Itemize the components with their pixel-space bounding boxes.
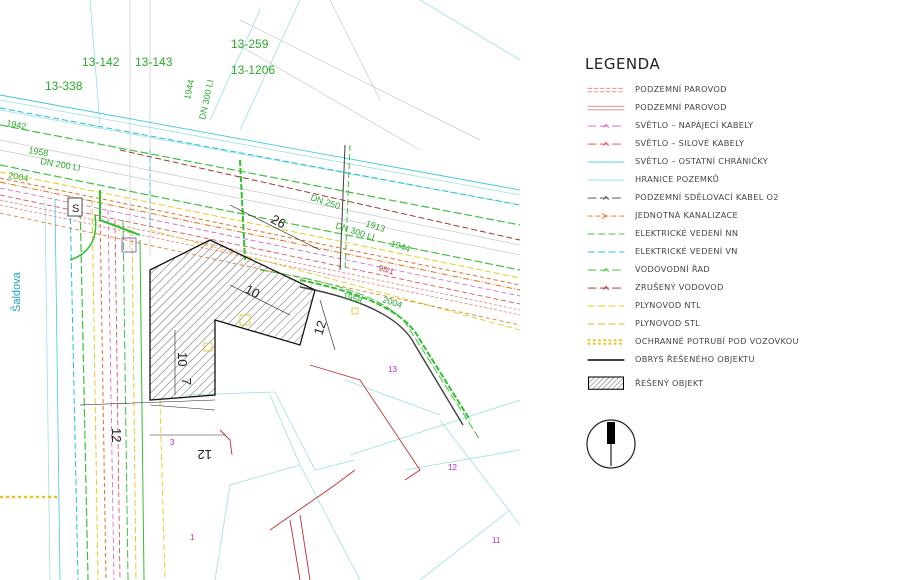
legend-item-label: SVĚTLO – OSTATNÍ CHRÁNIČKY — [635, 156, 769, 166]
north-arrow-icon — [586, 419, 636, 469]
legend-symbol-icon — [587, 213, 625, 219]
vertical-utilities — [44, 199, 166, 580]
parcel-label: 13-259 — [231, 37, 269, 51]
legend-symbol-icon — [587, 233, 625, 235]
map-legend: LEGENDA PODZEMNÍ PAROVOD PODZEMNÍ PAROVO… — [585, 55, 885, 403]
svg-text:12: 12 — [448, 463, 457, 472]
legend-item: SVĚTLO – SILOVÉ KABELY — [585, 135, 885, 153]
legend-item: HRANICE POZEMKŮ — [585, 171, 885, 189]
legend-item-label: HRANICE POZEMKŮ — [635, 174, 720, 184]
legend-symbol-icon — [587, 305, 625, 307]
legend-item-label: ELEKTRICKÉ VEDENÍ VN — [635, 246, 738, 256]
legend-symbol-icon — [587, 141, 625, 146]
legend-item-label: ŘEŠENÝ OBJEKT — [635, 378, 704, 388]
legend-item: SVĚTLO – OSTATNÍ CHRÁNIČKY — [585, 153, 885, 171]
legend-item-label: PODZEMNÍ SDĚLOVACÍ KABEL O2 — [635, 192, 779, 202]
legend-item: PODZEMNÍ SDĚLOVACÍ KABEL O2 — [585, 189, 885, 207]
pipe-label: 2004 — [8, 170, 29, 183]
parcel-labels: 13-142 13-143 13-259 13-1206 13-338 — [45, 37, 275, 93]
svg-text:12: 12 — [198, 447, 212, 462]
legend-symbol-icon — [587, 285, 625, 290]
legend-item-label: VODOVODNÍ ŘAD — [635, 264, 711, 274]
parcel-label: 13-143 — [135, 55, 173, 69]
legend-item: VODOVODNÍ ŘAD — [585, 261, 885, 279]
manhole-label: S — [72, 203, 79, 215]
neighbour-outlines — [219, 364, 421, 580]
street-name: Šaldova — [10, 271, 23, 312]
parcel-label: 13-1206 — [231, 63, 275, 77]
pipe-label: 1958 — [341, 290, 363, 306]
pipe-label: DN 250 — [309, 192, 341, 211]
svg-text:13: 13 — [388, 365, 397, 374]
legend-item: PODZEMNÍ PAROVOD — [585, 81, 885, 99]
legend-item-label: SVĚTLO – NAPÁJECÍ KABELY — [635, 120, 754, 130]
legend-item-label: JEDNOTNÁ KANALIZACE — [635, 210, 738, 220]
legend-symbol-icon — [587, 105, 625, 111]
legend-item: ELEKTRICKÉ VEDENÍ NN — [585, 225, 885, 243]
legend-item-label: PLYNOVOD NTL — [635, 300, 701, 310]
legend-item: ŘEŠENÝ OBJEKT — [585, 375, 885, 403]
svg-text:26: 26 — [269, 211, 289, 231]
legend-item: ZRUŠENÝ VODOVOD — [585, 279, 885, 297]
legend-item-label: ELEKTRICKÉ VEDENÍ NN — [635, 228, 739, 238]
parcel-label: 13-338 — [45, 79, 83, 93]
legend-symbol-icon — [587, 251, 625, 253]
legend-item: ELEKTRICKÉ VEDENÍ VN — [585, 243, 885, 261]
legend-item-label: ZRUŠENÝ VODOVOD — [635, 282, 724, 292]
svg-text:12: 12 — [109, 428, 124, 442]
legend-symbol-icon — [587, 359, 625, 361]
legend-item: PLYNOVOD STL — [585, 315, 885, 333]
legend-symbol-icon — [587, 376, 625, 390]
legend-symbol-icon — [587, 195, 625, 200]
legend-item: OBRYS ŘEŠENÉHO OBJEKTU — [585, 351, 885, 369]
parcel-numbers: 13 12 11 3 1 — [170, 365, 501, 545]
legend-symbol-icon — [587, 179, 625, 181]
legend-item-label: PODZEMNÍ PAROVOD — [635, 84, 727, 94]
legend-item: PLYNOVOD NTL — [585, 297, 885, 315]
parcel-label: 13-142 — [82, 55, 120, 69]
pipe-label: DN 200 LI — [40, 156, 82, 173]
pipe-label: 1944 — [182, 79, 196, 101]
legend-item: SVĚTLO – NAPÁJECÍ KABELY — [585, 117, 885, 135]
pipe-label: 1942 — [6, 118, 27, 131]
legend-symbol-icon — [587, 161, 625, 163]
legend-symbol-icon — [587, 339, 625, 345]
legend-item: OCHRANNÉ POTRUBÍ POD VOZOVKOU — [585, 333, 885, 351]
legend-title: LEGENDA — [585, 55, 661, 73]
legend-symbol-icon — [587, 323, 625, 325]
svg-text:7: 7 — [179, 378, 194, 385]
legend-symbol-icon — [587, 123, 625, 128]
legend-item-label: OCHRANNÉ POTRUBÍ POD VOZOVKOU — [635, 336, 799, 346]
legend-item: PODZEMNÍ PAROVOD — [585, 99, 885, 117]
svg-text:11: 11 — [492, 536, 501, 545]
legend-item-label: PLYNOVOD STL — [635, 318, 701, 328]
legend-item-label: SVĚTLO – SILOVÉ KABELY — [635, 138, 745, 148]
site-plan-map: S 13-142 13-143 13-259 13-1206 13-338 19… — [0, 0, 520, 580]
legend-item: JEDNOTNÁ KANALIZACE — [585, 207, 885, 225]
legend-symbol-icon — [587, 87, 625, 93]
svg-text:1: 1 — [190, 533, 195, 542]
svg-text:3: 3 — [170, 438, 175, 447]
legend-symbol-icon — [587, 267, 625, 272]
svg-text:10: 10 — [175, 352, 190, 366]
legend-item-label: OBRYS ŘEŠENÉHO OBJEKTU — [635, 354, 755, 364]
legend-item-label: PODZEMNÍ PAROVOD — [635, 102, 727, 112]
